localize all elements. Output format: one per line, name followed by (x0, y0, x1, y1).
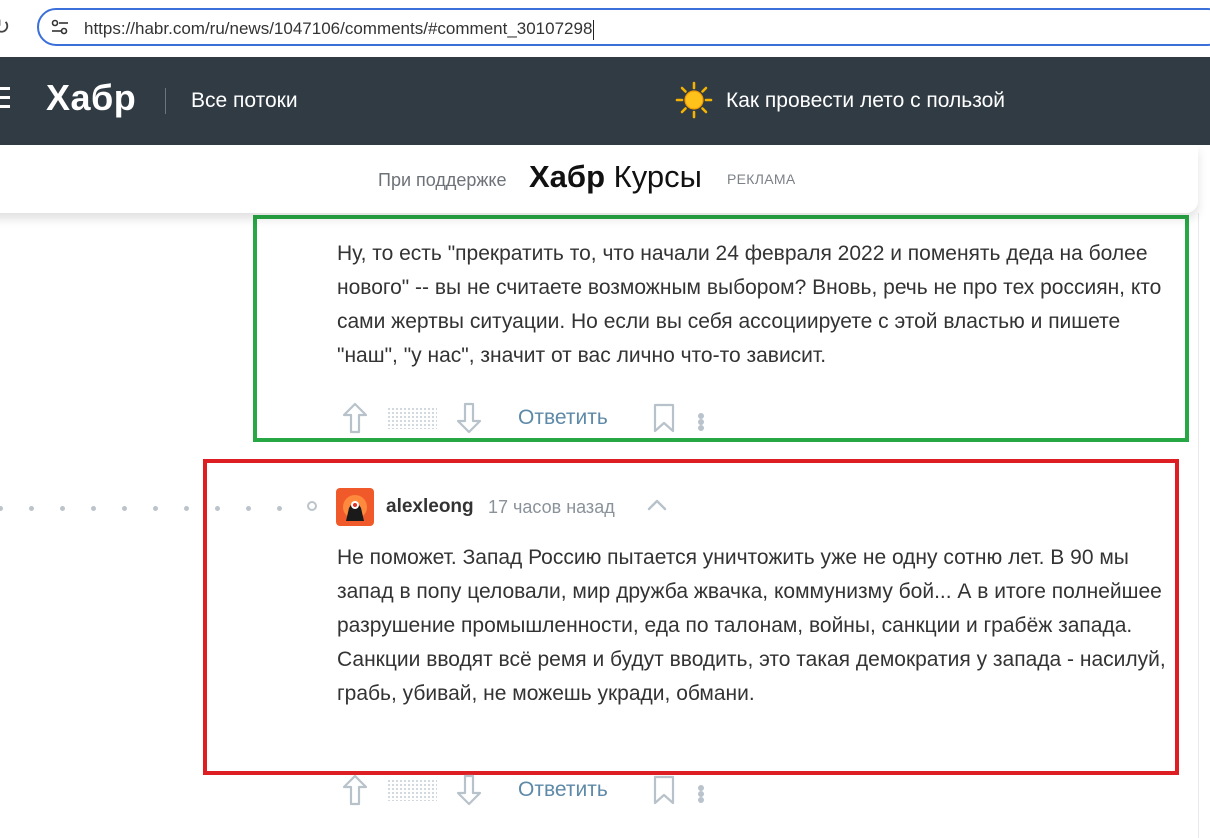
tune-icon[interactable] (51, 19, 69, 35)
comment-author[interactable]: alexleong (386, 496, 474, 518)
hidden-score (387, 407, 437, 429)
hidden-score (387, 779, 437, 801)
header-divider (165, 88, 166, 114)
promo-link[interactable]: Как провести лето с пользой (726, 89, 1005, 113)
comment-body: Не поможет. Запад Россию пытается уничто… (337, 546, 1166, 705)
chevron-up-icon[interactable] (646, 497, 668, 513)
vote-down-icon[interactable] (454, 773, 484, 807)
vote-up-icon[interactable] (340, 773, 370, 807)
hamburger-menu-icon[interactable] (0, 87, 10, 114)
address-bar[interactable]: https://habr.com/ru/news/1047106/comment… (37, 8, 1210, 46)
bookmark-icon[interactable] (652, 775, 676, 805)
comment-body: Ну, то есть "прекратить то, что начали 2… (337, 242, 1162, 367)
reply-button[interactable]: Ответить (518, 778, 608, 802)
avatar[interactable] (336, 488, 374, 526)
vote-up-icon[interactable] (340, 401, 370, 435)
sponsor-banner[interactable]: При поддержке Хабр Курсы РЕКЛАМА (0, 145, 1198, 213)
sponsor-support-text: При поддержке (378, 170, 507, 190)
url-text[interactable]: https://habr.com/ru/news/1047106/comment… (84, 19, 595, 40)
site-logo[interactable]: Хабр (46, 77, 136, 119)
more-options-icon[interactable] (698, 785, 710, 803)
more-options-icon[interactable] (698, 413, 710, 431)
browser-toolbar: ↻ https://habr.com/ru/news/1047106/comme… (0, 0, 1210, 57)
content-edge (1198, 213, 1199, 838)
comment-time[interactable]: 17 часов назад (488, 497, 615, 518)
reply-button[interactable]: Ответить (518, 406, 608, 430)
sun-icon (675, 81, 713, 119)
ad-label: РЕКЛАМА (727, 171, 796, 187)
reload-icon[interactable]: ↻ (0, 14, 10, 40)
text-caret (593, 19, 595, 40)
sponsor-logo[interactable]: Хабр Курсы (529, 159, 702, 195)
bookmark-icon[interactable] (652, 403, 676, 433)
site-header: Хабр Все потоки Как провести лето с поль… (0, 57, 1210, 145)
vote-down-icon[interactable] (454, 401, 484, 435)
all-flows-link[interactable]: Все потоки (191, 89, 298, 113)
